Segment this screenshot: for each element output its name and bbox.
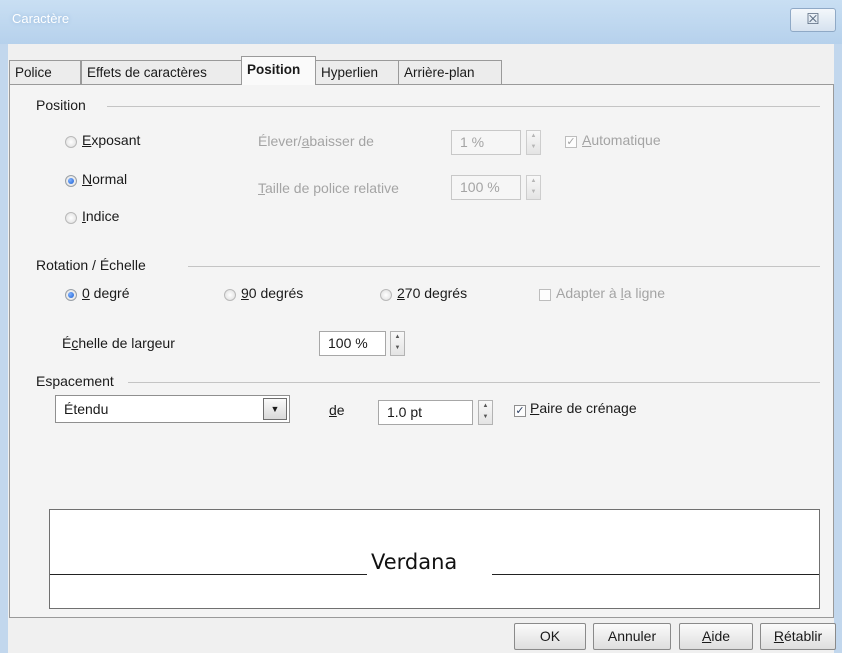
exposant-label: Exposant <box>82 132 141 148</box>
relative-size-field[interactable]: 100 % <box>451 175 521 200</box>
automatique-checkbox[interactable]: ✓ <box>565 136 577 148</box>
position-separator <box>107 106 820 107</box>
close-icon: ☒ <box>806 11 820 28</box>
tab-arriere-plan[interactable]: Arrière-plan <box>398 60 502 84</box>
rotation-90-radio[interactable] <box>224 289 236 301</box>
rotation-270-label: 270 degrés <box>397 285 468 301</box>
spacing-de-label: de <box>329 402 345 418</box>
exposant-radio[interactable] <box>65 136 77 148</box>
raise-lower-spinner[interactable]: ▲ ▼ <box>526 130 541 155</box>
indice-label: Indice <box>82 208 120 224</box>
spacing-value-field[interactable]: 1.0 pt <box>378 400 473 425</box>
rotation-90-label: 90 degrés <box>241 285 304 301</box>
raise-lower-field[interactable]: 1 % <box>451 130 521 155</box>
relative-size-label: Taille de police relative <box>258 180 399 196</box>
title-bar: Caractère ☒ <box>0 0 842 44</box>
rotation-section-title: Rotation / Échelle <box>36 257 146 273</box>
cancel-button[interactable]: Annuler <box>593 623 671 650</box>
kerning-label: Paire de crénage <box>530 400 637 416</box>
preview-baseline-right <box>492 574 819 575</box>
help-button[interactable]: Aide <box>679 623 753 650</box>
rotation-0-label: 0 degré <box>82 285 130 301</box>
tab-hyperlien[interactable]: Hyperlien <box>315 60 399 84</box>
fit-to-line-checkbox[interactable] <box>539 289 551 301</box>
preview-baseline-left <box>50 574 367 575</box>
normal-label: Normal <box>82 171 128 187</box>
dropdown-arrow-icon[interactable]: ▼ <box>263 398 287 420</box>
relative-size-spinner[interactable]: ▲ ▼ <box>526 175 541 200</box>
automatique-label: Automatique <box>582 132 661 148</box>
tab-position[interactable]: Position <box>241 56 316 85</box>
width-scale-field[interactable]: 100 % <box>319 331 386 356</box>
rotation-0-radio[interactable] <box>65 289 77 301</box>
width-scale-spinner[interactable]: ▲ ▼ <box>390 331 405 356</box>
spacing-spinner[interactable]: ▲ ▼ <box>478 400 493 425</box>
spacing-separator <box>128 382 820 383</box>
spacing-dropdown[interactable]: Étendu <box>55 395 290 423</box>
reset-button[interactable]: Rétablir <box>760 623 836 650</box>
window-frame-right <box>834 44 842 653</box>
width-scale-label: Échelle de largeur <box>62 335 175 351</box>
close-button[interactable]: ☒ <box>790 8 836 32</box>
position-section-title: Position <box>36 97 86 113</box>
rotation-270-radio[interactable] <box>380 289 392 301</box>
fit-to-line-label: Adapter à la ligne <box>556 285 665 301</box>
spacing-section-title: Espacement <box>36 373 114 389</box>
window-title: Caractère <box>12 11 70 26</box>
tab-effets-de-caracteres[interactable]: Effets de caractères <box>81 60 242 84</box>
window-frame-left <box>0 44 8 653</box>
preview-text: Verdana <box>371 550 458 574</box>
kerning-checkbox[interactable]: ✓ <box>514 405 526 417</box>
ok-button[interactable]: OK <box>514 623 586 650</box>
rotation-separator <box>188 266 820 267</box>
raise-lower-label: Élever/abaisser de <box>258 133 374 149</box>
font-preview: Verdana <box>49 509 820 609</box>
tab-police[interactable]: Police <box>9 60 81 84</box>
normal-radio[interactable] <box>65 175 77 187</box>
indice-radio[interactable] <box>65 212 77 224</box>
